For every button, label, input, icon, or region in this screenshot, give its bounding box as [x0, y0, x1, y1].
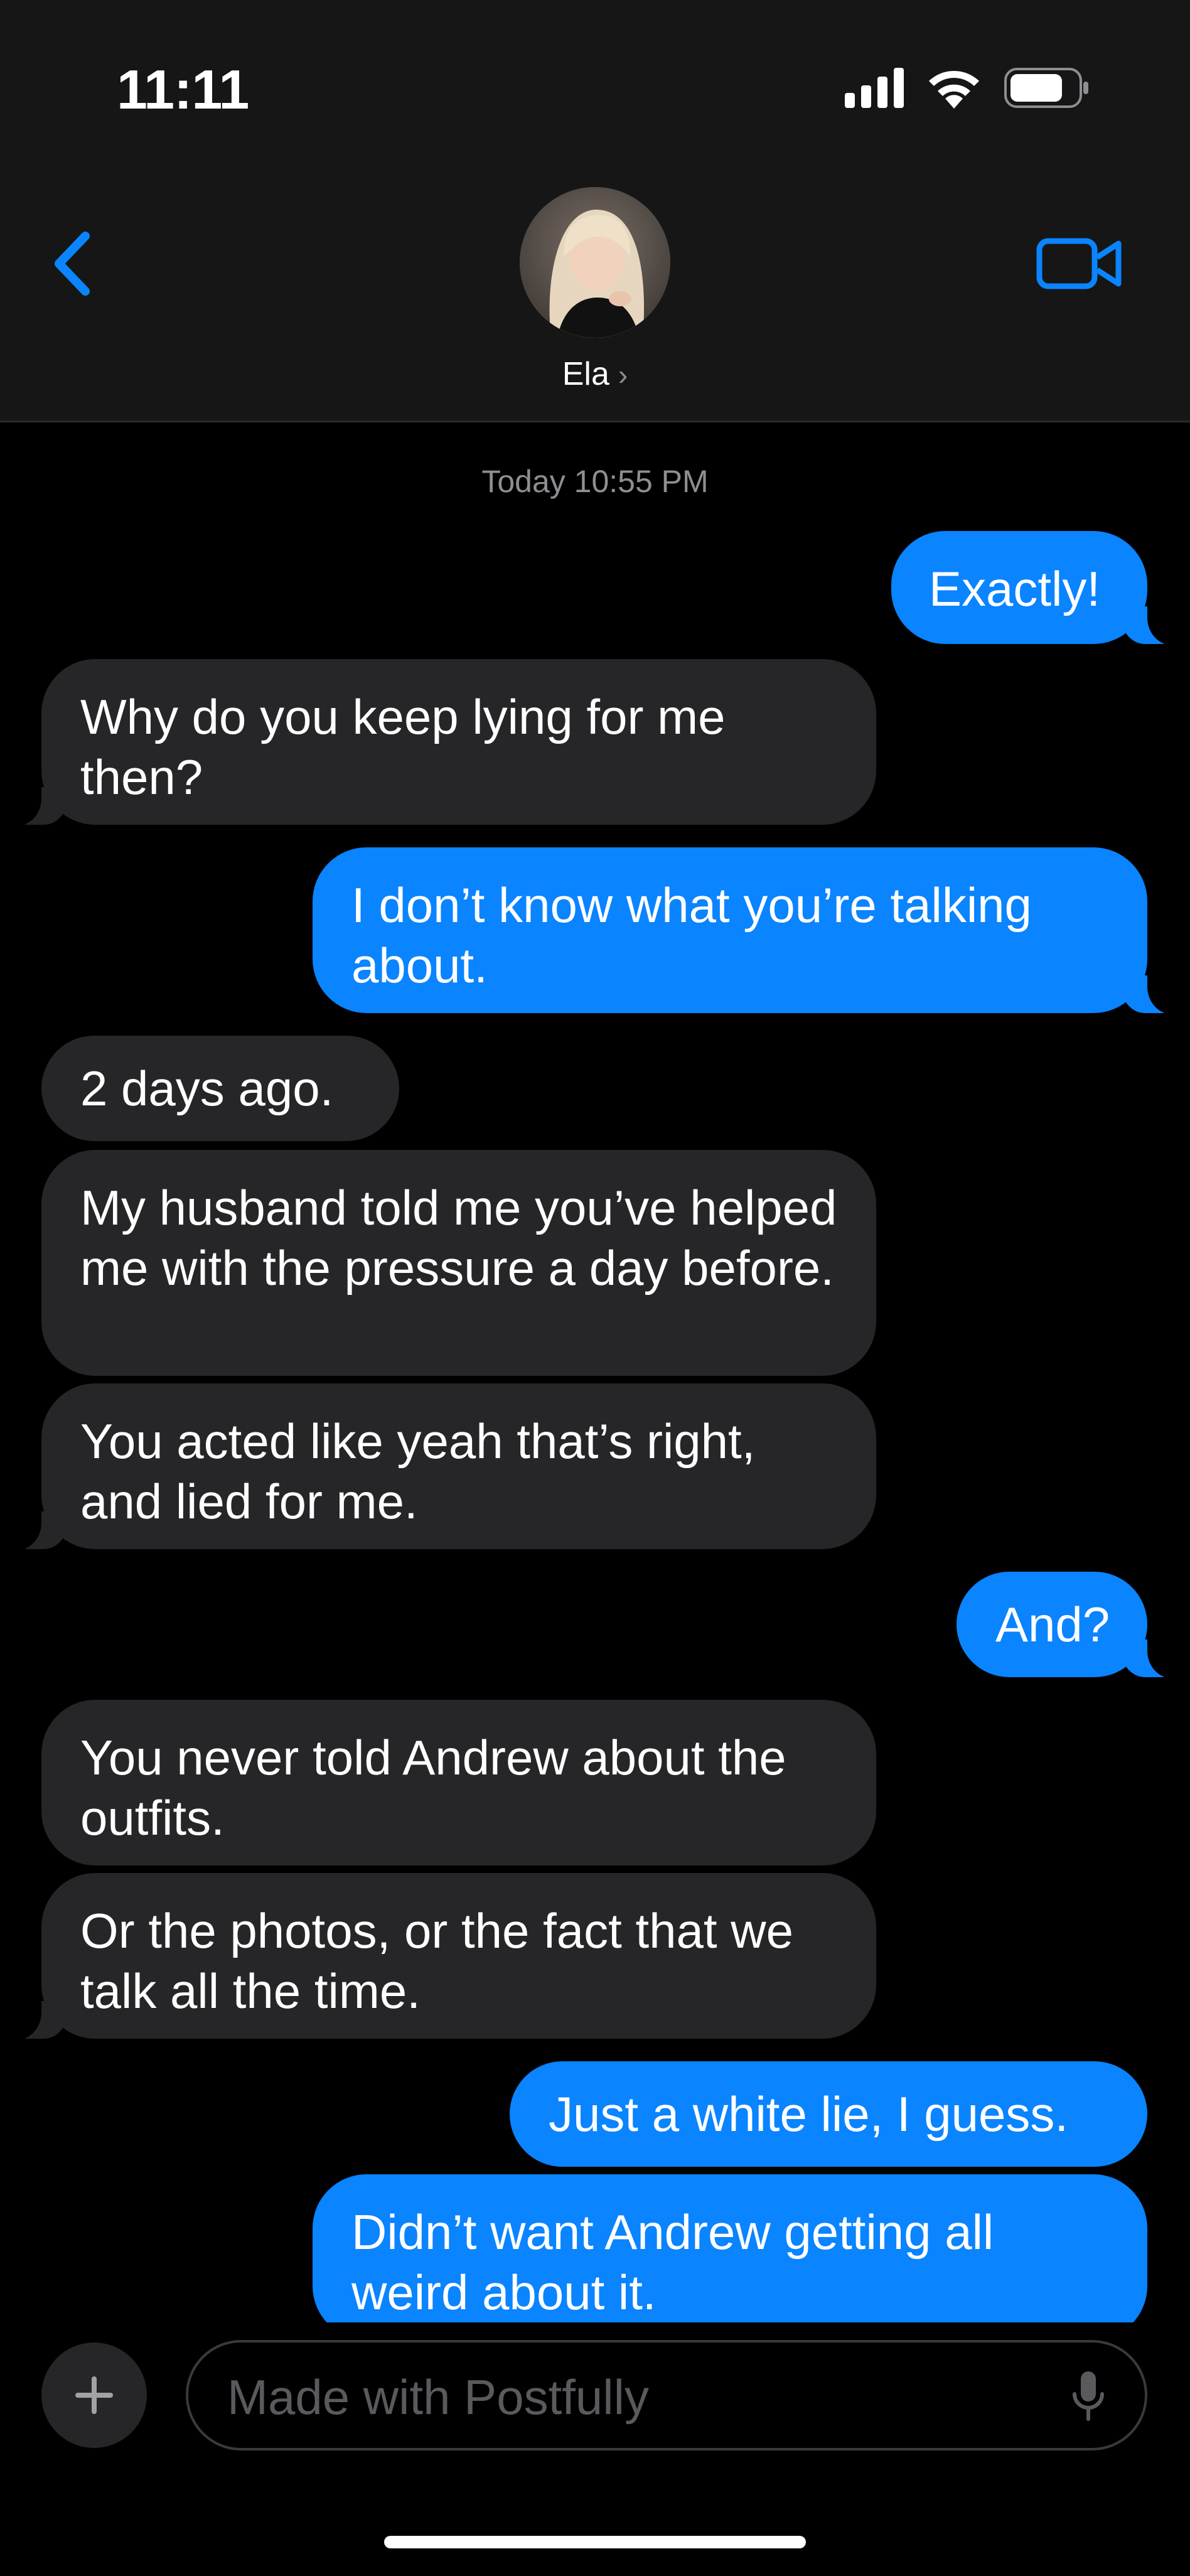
video-camera-icon [1036, 238, 1122, 289]
message-bubble-sent[interactable]: And? [957, 1572, 1186, 1678]
battery-icon [1004, 68, 1088, 108]
message-text: 2 days ago. [80, 1061, 334, 1116]
message-input[interactable]: Made with Postfully [186, 2340, 1147, 2450]
message-text: Didn’t want Andrew getting all weird abo… [351, 2204, 994, 2320]
video-call-button[interactable] [1036, 232, 1123, 295]
plus-button[interactable] [41, 2343, 147, 2448]
message-text: Or the photos, or the fact that we talk … [80, 1903, 793, 2019]
message-text: And? [995, 1597, 1110, 1652]
contact-avatar[interactable] [520, 187, 670, 338]
message-text: Exactly! [929, 561, 1101, 616]
message-text: Just a white lie, I guess. [549, 2086, 1069, 2142]
message-bubble-received[interactable]: My husband told me you’ve helped me with… [41, 1150, 876, 1376]
contact-photo [520, 187, 670, 338]
message-bubble-received[interactable]: Why do you keep lying for me then? [3, 659, 876, 826]
chevron-right-icon: › [618, 358, 628, 391]
message-text: You acted like yeah that’s right, and li… [80, 1414, 756, 1529]
message-bubble-sent[interactable]: I don’t know what you’re talking about. [313, 847, 1186, 1014]
message-bubble-sent[interactable]: Exactly! [891, 531, 1186, 645]
contact-name[interactable]: Ela › [0, 355, 1190, 393]
chevron-left-icon [55, 232, 90, 296]
message-text: You never told Andrew about the outfits. [80, 1730, 786, 1845]
back-button[interactable] [44, 226, 100, 301]
message-input-placeholder: Made with Postfully [227, 2369, 649, 2425]
message-text: Why do you keep lying for me then? [80, 689, 726, 805]
cellular-signal-icon [845, 68, 904, 108]
message-bubble-sent[interactable]: Just a white lie, I guess. [510, 2061, 1147, 2167]
conversation-header: 11:11 Ela › [0, 0, 1190, 422]
conversation-timestamp: Today 10:55 PM [481, 464, 709, 499]
wifi-icon [929, 71, 979, 109]
microphone-icon[interactable] [1069, 2369, 1107, 2425]
message-bubble-received[interactable]: Or the photos, or the fact that we talk … [3, 1873, 876, 2040]
message-bubble-received[interactable]: 2 days ago. [41, 1036, 399, 1141]
home-indicator[interactable] [384, 2536, 806, 2548]
message-bubble-received[interactable]: You acted like yeah that’s right, and li… [3, 1383, 876, 1550]
message-text: I don’t know what you’re talking about. [351, 877, 1032, 993]
contact-name-label: Ela [562, 356, 609, 392]
message-bubble-sent[interactable]: Didn’t want Andrew getting all weird abo… [313, 2174, 1147, 2340]
message-bubble-received[interactable]: You never told Andrew about the outfits. [41, 1700, 876, 1865]
status-time: 11:11 [117, 58, 249, 121]
message-text: My husband told me you’ve helped me with… [80, 1180, 837, 1296]
status-icons [845, 63, 1090, 113]
